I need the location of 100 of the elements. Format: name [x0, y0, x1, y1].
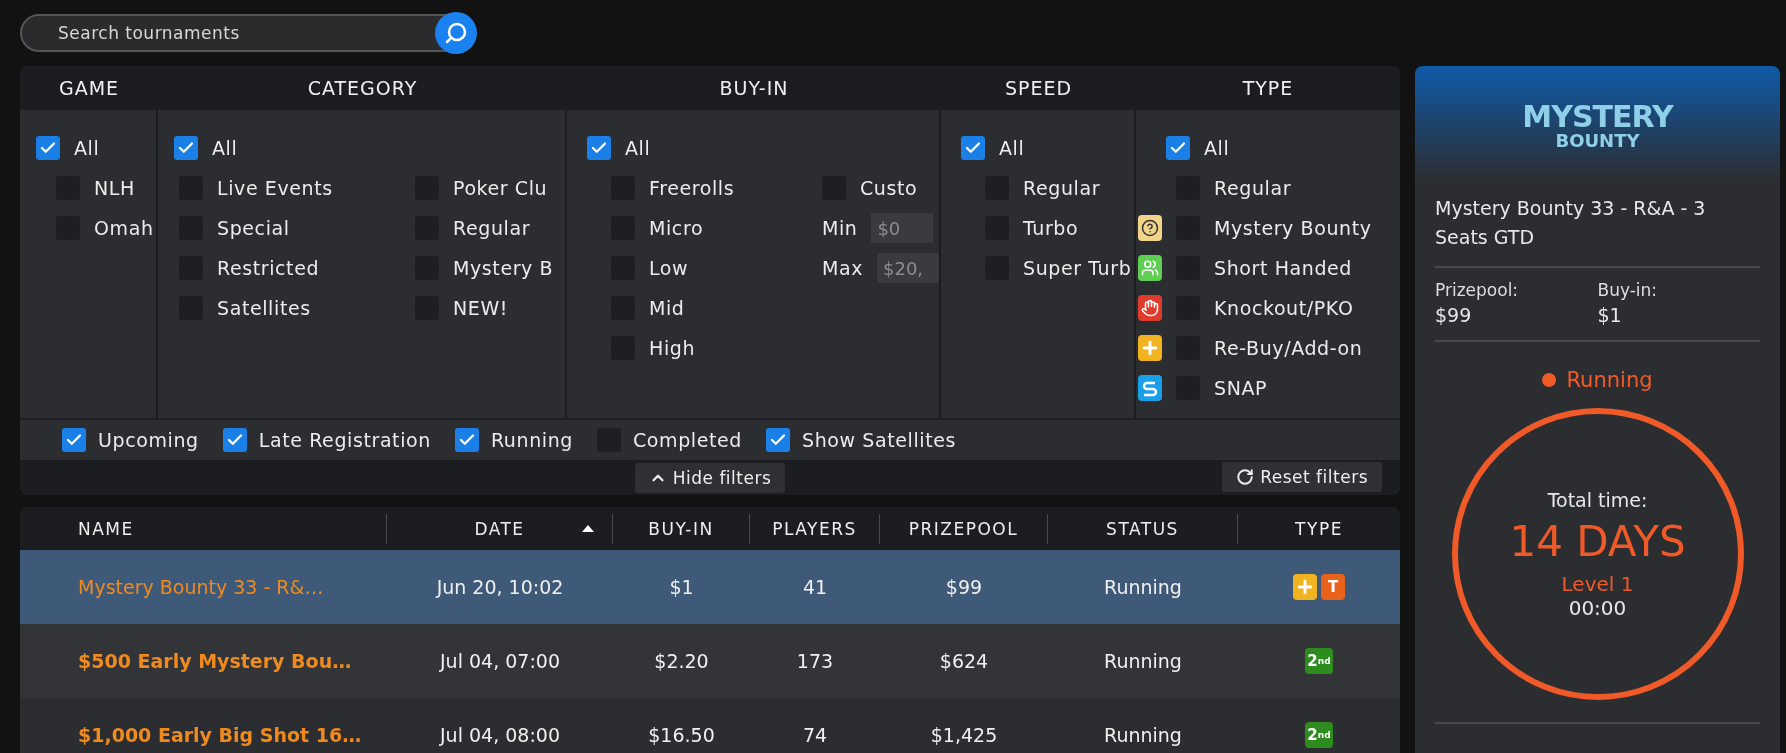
checkbox-label: NEW!	[453, 297, 509, 319]
input-field[interactable]: $0	[871, 213, 934, 243]
checkbox-label: Poker Clu	[453, 177, 548, 199]
checkbox[interactable]	[222, 428, 247, 452]
type-badge: T	[1321, 574, 1345, 600]
stat-value: $99	[1435, 304, 1473, 326]
field-label: Max	[821, 257, 863, 279]
search-field[interactable]: Search tournaments	[20, 14, 475, 52]
question-mark-icon	[1138, 215, 1162, 241]
checkbox-label: Live Events	[217, 177, 333, 199]
clock-text: 00:00	[1568, 595, 1627, 620]
table-row[interactable]: $500 Early Mystery Bou… Jul 04, 07:00 $2.20 173 $624 Running 2$^{nd}$	[20, 624, 1400, 698]
filter-heading: BUY-IN	[719, 77, 789, 99]
checkbox-label: SNAP	[1214, 377, 1268, 399]
column-header[interactable]: NAME	[78, 518, 134, 539]
plus-icon	[1138, 335, 1162, 361]
checkbox-label: Restricted	[217, 257, 320, 279]
column-header[interactable]: PLAYERS	[772, 518, 857, 539]
field-label: Min	[821, 217, 858, 239]
stat-label: Buy-in:	[1597, 280, 1659, 300]
checkbox-label: Mystery B	[453, 257, 554, 279]
checkbox-label: Short Handed	[1214, 257, 1352, 279]
column-header[interactable]: TYPE	[1295, 518, 1343, 539]
timer-value: 14 DAYS	[1509, 516, 1686, 566]
checkbox-label: Regular	[1023, 177, 1101, 199]
checkbox[interactable]	[766, 428, 790, 452]
search-button[interactable]	[435, 12, 477, 54]
input-field[interactable]: $20,	[877, 253, 939, 283]
table-cell-text: $2.20	[653, 650, 710, 672]
checkbox-label: Freerolls	[649, 177, 735, 199]
checkbox-label: Re-Buy/Add-on	[1214, 337, 1363, 359]
logo: MYSTERY BOUNTY	[1521, 98, 1675, 153]
table-cell-text: $624	[938, 650, 990, 672]
checkbox-label: All	[212, 137, 238, 159]
checkbox-label: Low	[649, 257, 689, 279]
checkbox[interactable]	[587, 136, 611, 160]
checkbox-label: Special	[217, 217, 290, 239]
checkbox[interactable]	[454, 428, 479, 452]
checkbox-label: Regular	[1214, 177, 1292, 199]
people-icon	[1138, 255, 1162, 281]
checkbox-label: Running	[490, 429, 573, 451]
column-header[interactable]: PRIZEPOOL	[908, 518, 1019, 539]
checkbox-label: Satellites	[217, 297, 311, 319]
table-cell-text: Jul 04, 07:00	[438, 650, 561, 672]
table-cell-text: $1	[668, 576, 695, 598]
checkbox-label: Super Turb	[1023, 257, 1132, 279]
checkbox[interactable]	[174, 136, 198, 160]
table-cell-text: 74	[801, 724, 829, 746]
tournament-name: $1,000 Early Big Shot 16…	[77, 724, 363, 746]
hide-filters-button[interactable]: Hide filters	[634, 462, 786, 493]
filter-heading: TYPE	[1242, 77, 1294, 99]
checkbox-label: High	[649, 337, 696, 359]
checkbox-label: Show Satellites	[802, 429, 957, 451]
filter-heading: CATEGORY	[307, 77, 418, 99]
checkbox[interactable]	[62, 428, 86, 452]
checkbox-label: Completed	[633, 429, 742, 451]
column-header[interactable]: DATE	[474, 518, 525, 539]
checkbox-label: Mid	[649, 297, 685, 319]
checkbox-label: Mystery Bounty	[1214, 217, 1372, 239]
table-row[interactable]: Mystery Bounty 33 - R&… Jun 20, 10:02 $1 41 $99 Running T	[20, 550, 1400, 624]
search-input[interactable]: Search tournaments	[22, 22, 435, 44]
table-cell-text: Running	[1103, 724, 1183, 746]
level-text: Level 1	[1561, 571, 1634, 596]
glove-icon	[1138, 295, 1162, 321]
filter-heading: SPEED	[1004, 77, 1073, 99]
tournament-title: Mystery Bounty 33 - R&A - 3 Seats GTD	[1435, 186, 1760, 268]
table-cell-text: Running	[1103, 650, 1183, 672]
table-cell-text: 41	[801, 576, 829, 598]
checkbox-label: Regular	[453, 217, 531, 239]
plus-icon	[1293, 574, 1317, 600]
table-cell-text: Jul 04, 08:00	[438, 724, 561, 746]
checkbox-label: Knockout/PKO	[1214, 297, 1354, 319]
reset-icon	[1236, 468, 1255, 486]
timer-label: Total time:	[1547, 488, 1648, 511]
tournament-name: Mystery Bounty 33 - R&…	[77, 576, 325, 598]
checkbox-label: All	[625, 137, 651, 159]
checkbox-label: Turbo	[1023, 217, 1079, 239]
checkbox[interactable]	[961, 136, 985, 160]
status-text: Running	[1566, 368, 1653, 392]
table-cell-text: $99	[944, 576, 984, 598]
search-icon	[444, 21, 468, 45]
checkbox-label: All	[74, 137, 100, 159]
checkbox-label: Late Registration	[258, 429, 431, 451]
s-letter-icon	[1138, 375, 1162, 401]
tournament-name: $500 Early Mystery Bou…	[77, 650, 353, 672]
reset-filters-button[interactable]: Reset filters	[1222, 462, 1382, 492]
column-header[interactable]: STATUS	[1106, 518, 1179, 539]
table-cell-text: $1,425	[929, 724, 999, 746]
column-header[interactable]: BUY-IN	[648, 518, 714, 539]
table-cell-text: Running	[1103, 576, 1183, 598]
table-cell-text: 173	[795, 650, 835, 672]
checkbox-label: Upcoming	[98, 429, 199, 451]
type-badge: 2$^{nd}$	[1305, 648, 1333, 674]
checkbox[interactable]	[36, 136, 60, 160]
stat-value: $1	[1597, 304, 1623, 326]
checkbox-label: Omah	[94, 217, 154, 239]
checkbox-label: NLH	[94, 177, 135, 199]
table-cell-text: $16.50	[647, 724, 716, 746]
table-cell-text: Jun 20, 10:02	[434, 576, 565, 598]
checkbox[interactable]	[1166, 136, 1190, 160]
